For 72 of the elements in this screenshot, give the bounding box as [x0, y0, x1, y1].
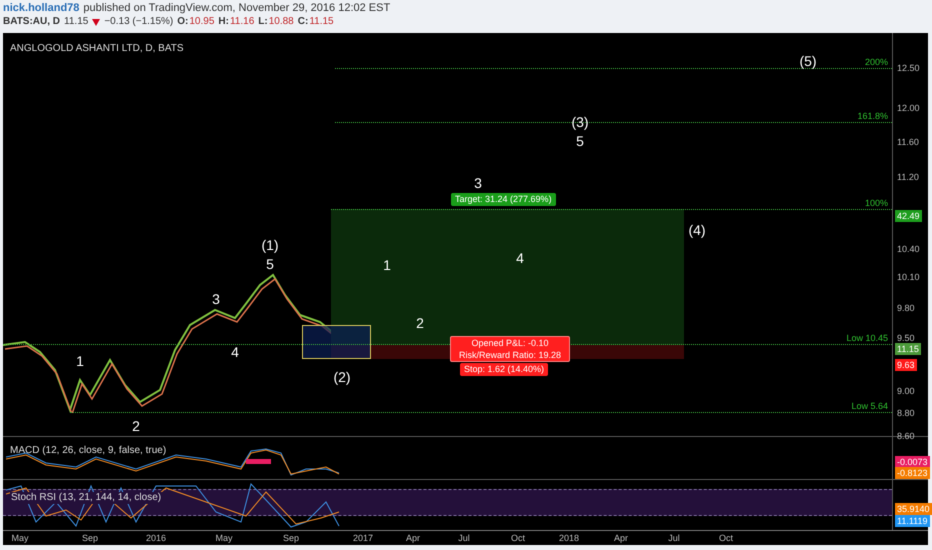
symbol-label: BATS:AU, D — [3, 15, 60, 29]
time-axis-label: 2018 — [558, 532, 580, 544]
level-label: 161.8% — [857, 111, 888, 121]
risk-reward-label: Risk/Reward Ratio: 19.28 — [458, 349, 562, 361]
wave-label: 1 — [383, 257, 391, 273]
level-label: Low 10.45 — [846, 333, 888, 343]
price-badge: 35.9140 — [895, 503, 932, 515]
wave-label: 3 — [212, 291, 220, 307]
ohlc-label: O: — [177, 15, 188, 29]
price-badge: -0.8123 — [895, 467, 930, 479]
price-badge: -0.0073 — [895, 456, 930, 468]
target-label: Target: 31.24 (277.69%) — [451, 193, 556, 206]
ohlc-value: 10.88 — [268, 15, 294, 29]
wave-label: 4 — [516, 250, 524, 266]
highlight-box — [302, 325, 371, 359]
price-badge: 42.49 — [895, 210, 922, 222]
wave-label: (4) — [688, 222, 706, 238]
time-axis-label: 2016 — [146, 532, 166, 544]
wave-label: 1 — [76, 353, 84, 369]
price-axis-label: 8.80 — [897, 408, 915, 418]
level-label: Low 5.64 — [851, 401, 888, 411]
price-axis-label: 9.80 — [897, 303, 915, 313]
ohlc-value: 10.95 — [189, 15, 214, 29]
level-label: 100% — [864, 198, 888, 208]
price-axis-label: 11.60 — [897, 137, 919, 147]
ohlc-label: L: — [258, 15, 268, 29]
chart-title: ANGLOGOLD ASHANTI LTD, D, BATS — [10, 42, 184, 56]
wave-label: 2 — [132, 418, 140, 434]
wave-label: (5) — [799, 53, 817, 69]
wave-label: 2 — [416, 315, 424, 331]
time-axis-label: Oct — [719, 532, 733, 544]
price-axis-label: 9.00 — [897, 386, 915, 396]
time-axis-label: Sep — [82, 532, 98, 544]
wave-label: 5 — [576, 133, 584, 149]
price-change: −0.13 (−1.15%) — [104, 15, 174, 29]
time-axis-label: May — [216, 532, 232, 544]
opened-pnl-label: Opened P&L: -0.10 — [471, 337, 549, 349]
time-axis-label: Oct — [511, 532, 525, 544]
wave-label: (2) — [333, 369, 351, 385]
ohlc-label: H: — [218, 15, 229, 29]
price-axis-label: 10.10 — [897, 272, 920, 282]
ohlc-value: 11.15 — [309, 15, 334, 29]
last-price: 11.15 — [64, 15, 88, 29]
stoch-rsi-title: Stoch RSI (13, 21, 144, 14, close) — [10, 492, 162, 504]
wave-label: 5 — [266, 256, 274, 272]
time-axis-label: Jul — [668, 532, 680, 544]
wave-label: 3 — [474, 175, 482, 191]
price-axis-label: 11.20 — [897, 172, 919, 182]
level-label: 200% — [864, 57, 888, 67]
price-axis-label: 8.60 — [897, 431, 915, 441]
price-axis-label: 10.40 — [897, 244, 920, 254]
price-axis-label: 12.50 — [897, 63, 920, 73]
publish-info: published on TradingView.com, November 29, 2016 12:02 EST — [83, 1, 390, 15]
price-badge: 11.15 — [895, 343, 921, 355]
time-axis-label: Sep — [283, 532, 299, 544]
wave-label: (1) — [261, 237, 279, 253]
author-link[interactable]: nick.holland78 — [3, 1, 80, 15]
price-badge: 11.1119 — [895, 515, 930, 527]
time-axis-label: Apr — [406, 532, 420, 544]
wave-label: 4 — [231, 344, 239, 360]
ohlc-label: C: — [298, 15, 308, 29]
price-axis-label: 12.00 — [897, 103, 920, 113]
time-axis-label: 2017 — [352, 532, 374, 544]
macd-title: MACD (12, 26, close, 9, false, true) — [10, 444, 166, 458]
wave-label: (3) — [571, 114, 589, 130]
time-axis-label: May — [12, 532, 28, 544]
ohlc-value: 11.16 — [230, 15, 254, 29]
time-axis-label: Jul — [458, 532, 470, 544]
time-axis-label: Apr — [614, 532, 628, 544]
price-badge: 9.63 — [895, 359, 917, 371]
stop-label: Stop: 1.62 (14.40%) — [460, 363, 548, 376]
price-axis-label: 9.50 — [897, 333, 915, 343]
